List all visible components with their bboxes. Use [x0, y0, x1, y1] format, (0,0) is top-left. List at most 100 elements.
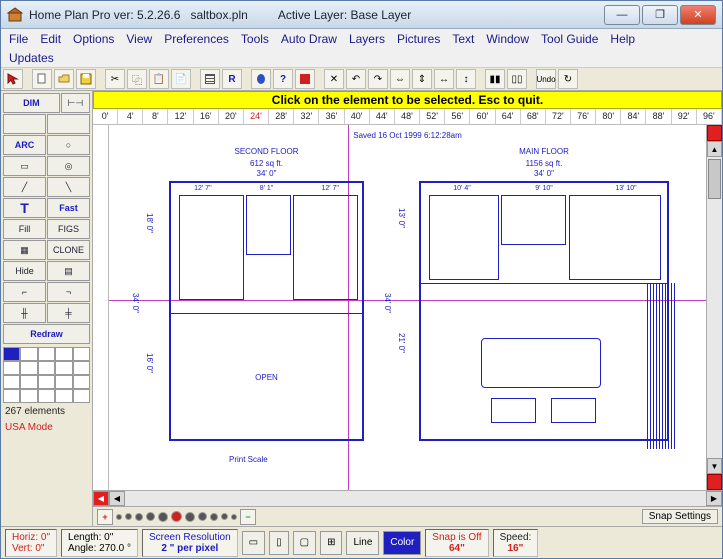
- menu-pictures[interactable]: Pictures: [397, 32, 440, 46]
- zoom-level-3[interactable]: [135, 513, 143, 521]
- status-tool-b[interactable]: ▯: [269, 531, 289, 555]
- minimize-button[interactable]: —: [604, 5, 640, 25]
- status-tool-d[interactable]: ⊞: [320, 531, 342, 555]
- tool-copy[interactable]: ⿻: [127, 69, 147, 89]
- tool-redo-arrow[interactable]: ↻: [558, 69, 578, 89]
- menubar-row2: Updates: [1, 49, 722, 67]
- menu-help[interactable]: Help: [610, 32, 635, 46]
- zoom-level-8[interactable]: [198, 512, 207, 521]
- scroll-marker-top[interactable]: [707, 125, 722, 141]
- status-line[interactable]: Line: [346, 531, 379, 555]
- snap-settings-button[interactable]: Snap Settings: [642, 509, 718, 524]
- tool-cut[interactable]: ✂: [105, 69, 125, 89]
- tool-fast-text[interactable]: Fast: [47, 198, 90, 218]
- tool-fill[interactable]: Fill: [3, 219, 46, 239]
- tool-bars1[interactable]: ▮▮: [485, 69, 505, 89]
- tool-paste[interactable]: 📋: [149, 69, 169, 89]
- tool-flip-h[interactable]: ⇔: [390, 69, 410, 89]
- menu-view[interactable]: View: [126, 32, 152, 46]
- tool-exit[interactable]: [295, 69, 315, 89]
- tool-window1[interactable]: ╫: [3, 303, 46, 323]
- tool-delete[interactable]: ✕: [324, 69, 344, 89]
- zoom-level-4[interactable]: [146, 512, 155, 521]
- redraw-button[interactable]: Redraw: [3, 324, 90, 344]
- tool-save[interactable]: [76, 69, 96, 89]
- scroll-marker-bottom[interactable]: [707, 474, 722, 490]
- tool-help[interactable]: ?: [273, 69, 293, 89]
- tool-door2[interactable]: ¬: [47, 282, 90, 302]
- status-color[interactable]: Color: [383, 531, 421, 555]
- menu-window[interactable]: Window: [486, 32, 529, 46]
- status-tool-a[interactable]: ▭: [242, 531, 265, 555]
- tool-bars2[interactable]: ▯▯: [507, 69, 527, 89]
- tool-dim[interactable]: DIM: [3, 93, 60, 113]
- tool-dim-v[interactable]: ↕: [456, 69, 476, 89]
- tool-rect[interactable]: [3, 114, 46, 134]
- tool-window2[interactable]: ╪: [47, 303, 90, 323]
- tool-layers-icon[interactable]: ▤: [47, 261, 90, 281]
- saved-label: Saved 16 Oct 1999 6:12:28am: [109, 131, 706, 140]
- status-speed: Speed:16": [493, 529, 539, 557]
- menu-preferences[interactable]: Preferences: [164, 32, 229, 46]
- vertical-ruler: [93, 125, 109, 490]
- tool-ring[interactable]: ◎: [47, 156, 90, 176]
- vertical-scrollbar[interactable]: ▲ ▼: [706, 125, 722, 490]
- menu-autodraw[interactable]: Auto Draw: [281, 32, 337, 46]
- menu-toolguide[interactable]: Tool Guide: [541, 32, 598, 46]
- menu-text[interactable]: Text: [452, 32, 474, 46]
- scroll-left[interactable]: ◀: [109, 491, 125, 506]
- tool-rect-round[interactable]: [47, 114, 90, 134]
- maximize-button[interactable]: ❐: [642, 5, 678, 25]
- zoom-minus[interactable]: −: [240, 509, 256, 525]
- menu-options[interactable]: Options: [73, 32, 114, 46]
- menu-tools[interactable]: Tools: [241, 32, 269, 46]
- scroll-left-red[interactable]: ◀: [93, 491, 109, 506]
- color-palette[interactable]: [3, 347, 90, 403]
- tool-flip-v[interactable]: ⇕: [412, 69, 432, 89]
- tool-line2[interactable]: ╲: [47, 177, 90, 197]
- tool-hide[interactable]: Hide: [3, 261, 46, 281]
- scroll-right[interactable]: ▶: [706, 491, 722, 506]
- tool-figs[interactable]: FIGS: [47, 219, 90, 239]
- tool-grid[interactable]: [200, 69, 220, 89]
- tool-dim-style[interactable]: ⊢⊣: [61, 93, 90, 113]
- zoom-plus[interactable]: +: [97, 509, 113, 525]
- horizontal-scrollbar[interactable]: ◀ ◀ ▶: [93, 490, 722, 506]
- close-button[interactable]: ✕: [680, 5, 716, 25]
- tool-new[interactable]: [32, 69, 52, 89]
- tool-rotate-ccw[interactable]: ↶: [346, 69, 366, 89]
- tool-clipboard[interactable]: 📄: [171, 69, 191, 89]
- menu-file[interactable]: File: [9, 32, 28, 46]
- tool-mouse[interactable]: [251, 69, 271, 89]
- tool-rotate-cw[interactable]: ↷: [368, 69, 388, 89]
- zoom-level-5[interactable]: [158, 512, 168, 522]
- status-tool-c[interactable]: ▢: [293, 531, 316, 555]
- tool-double-rect[interactable]: ▭: [3, 156, 46, 176]
- menu-edit[interactable]: Edit: [40, 32, 61, 46]
- zoom-level-9[interactable]: [210, 513, 218, 521]
- scroll-up[interactable]: ▲: [707, 141, 722, 157]
- zoom-level-11[interactable]: [231, 514, 237, 520]
- zoom-level-7[interactable]: [185, 512, 195, 522]
- menu-updates[interactable]: Updates: [9, 51, 54, 65]
- zoom-current[interactable]: [171, 511, 182, 522]
- zoom-level-10[interactable]: [221, 513, 228, 520]
- zoom-level-1[interactable]: [116, 514, 122, 520]
- tool-line1[interactable]: ╱: [3, 177, 46, 197]
- tool-pointer[interactable]: [3, 69, 23, 89]
- scroll-down[interactable]: ▼: [707, 458, 722, 474]
- tool-open[interactable]: [54, 69, 74, 89]
- tool-door1[interactable]: ⌐: [3, 282, 46, 302]
- tool-circle[interactable]: ○: [47, 135, 90, 155]
- menu-layers[interactable]: Layers: [349, 32, 385, 46]
- tool-undo[interactable]: Undo: [536, 69, 556, 89]
- zoom-level-2[interactable]: [125, 513, 132, 520]
- tool-registered[interactable]: R: [222, 69, 242, 89]
- tool-dim-h[interactable]: ↔: [434, 69, 454, 89]
- tool-clone[interactable]: CLONE: [47, 240, 90, 260]
- tool-arc[interactable]: ARC: [3, 135, 46, 155]
- element-count: 267 elements: [3, 404, 90, 419]
- drawing-canvas[interactable]: Saved 16 Oct 1999 6:12:28am SECOND FLOOR…: [109, 125, 706, 490]
- tool-hatch[interactable]: ▦: [3, 240, 46, 260]
- tool-text[interactable]: T: [3, 198, 46, 218]
